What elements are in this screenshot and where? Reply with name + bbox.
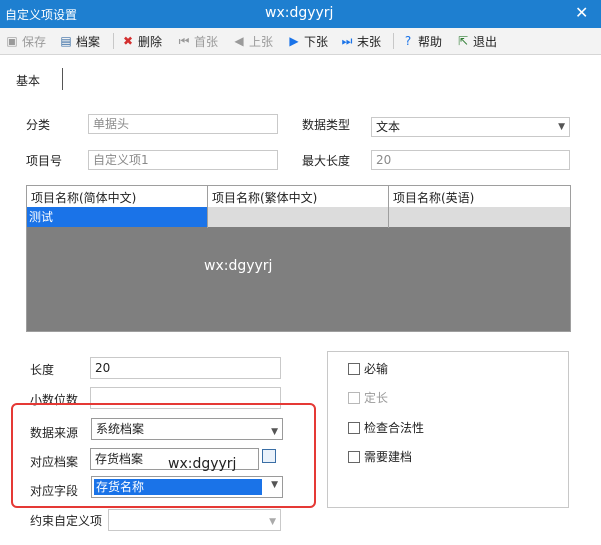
title-bar: 自定义项设置 wx:dgyyrj ✕ (0, 0, 601, 28)
save-icon: ▣ (6, 34, 18, 48)
constraint-label: 约束自定义项 (30, 514, 103, 528)
archive-button[interactable]: ▤ 档案 (59, 32, 100, 50)
name-grid: 项目名称(简体中文) 项目名称(繁体中文) 项目名称(英语) 测试 wx:dgy… (26, 185, 571, 332)
maxlen-field[interactable]: 20 (371, 150, 570, 170)
tab-strip: 基本 (0, 54, 601, 94)
need-archive-checkbox[interactable]: 需要建档 (348, 448, 412, 465)
help-icon: ? (404, 34, 412, 48)
last-icon: ⏭ (341, 34, 353, 48)
datatype-value: 文本 (376, 120, 401, 134)
category-label: 分类 (26, 118, 51, 132)
watermark-text: wx:dgyyrj (265, 5, 334, 21)
exit-icon: ⇱ (457, 34, 469, 48)
tab-divider (62, 68, 63, 90)
help-button[interactable]: ? 帮助 (401, 32, 442, 50)
prev-button[interactable]: ◀ 上张 (232, 32, 273, 50)
toolbar: ▣ 保存 ▤ 档案 ✖ 删除 ⏮ 首张 ◀ 上张 ▶ 下张 ⏭ 末张 ? 帮助 … (0, 28, 601, 55)
checkbox-icon (348, 421, 360, 434)
grid-divider (207, 186, 208, 228)
next-icon: ▶ (289, 34, 299, 48)
category-field[interactable]: 单据头 (88, 114, 278, 134)
datatype-select[interactable]: 文本 ▼ (371, 117, 570, 137)
exit-button[interactable]: ⇱ 退出 (456, 32, 497, 50)
chevron-down-icon: ▼ (558, 122, 565, 132)
window-title: 自定义项设置 (5, 8, 78, 22)
toolbar-divider (393, 33, 394, 49)
checkbox-icon (348, 362, 360, 375)
length-field[interactable]: 20 (90, 357, 281, 379)
save-button[interactable]: ▣ 保存 (5, 32, 46, 50)
grid-header: 项目名称(简体中文) 项目名称(繁体中文) 项目名称(英语) (27, 186, 570, 208)
watermark-text: wx:dgyyrj (204, 258, 273, 274)
checkbox-icon (348, 450, 360, 463)
grid-header-cell[interactable]: 项目名称(英语) (393, 189, 474, 206)
grid-header-cell[interactable]: 项目名称(繁体中文) (212, 189, 317, 206)
archive-icon: ▤ (60, 34, 72, 48)
itemno-field[interactable]: 自定义项1 (88, 150, 278, 170)
toolbar-divider (113, 33, 114, 49)
fixed-length-checkbox[interactable]: 定长 (348, 389, 388, 406)
checkbox-icon (348, 391, 360, 404)
first-button[interactable]: ⏮ 首张 (177, 32, 218, 50)
next-button[interactable]: ▶ 下张 (287, 32, 328, 50)
table-row[interactable]: 测试 (27, 207, 570, 227)
first-icon: ⏮ (178, 34, 190, 48)
required-checkbox[interactable]: 必输 (348, 360, 388, 377)
constraint-select[interactable]: ▼ (108, 509, 281, 531)
grid-cell[interactable]: 测试 (27, 207, 207, 227)
tab-basic[interactable]: 基本 (16, 72, 40, 89)
delete-button[interactable]: ✖ 删除 (121, 32, 162, 50)
maxlen-label: 最大长度 (302, 154, 351, 168)
chevron-down-icon: ▼ (269, 517, 276, 527)
highlight-box (11, 403, 316, 508)
last-button[interactable]: ⏭ 末张 (340, 32, 381, 50)
validate-checkbox[interactable]: 检查合法性 (348, 419, 424, 436)
grid-header-cell[interactable]: 项目名称(简体中文) (31, 189, 136, 206)
length-label: 长度 (30, 363, 55, 377)
close-icon[interactable]: ✕ (575, 3, 588, 22)
delete-icon: ✖ (122, 34, 134, 48)
datatype-label: 数据类型 (302, 118, 351, 132)
grid-divider (388, 186, 389, 228)
itemno-label: 项目号 (26, 154, 63, 168)
prev-icon: ◀ (234, 34, 244, 48)
